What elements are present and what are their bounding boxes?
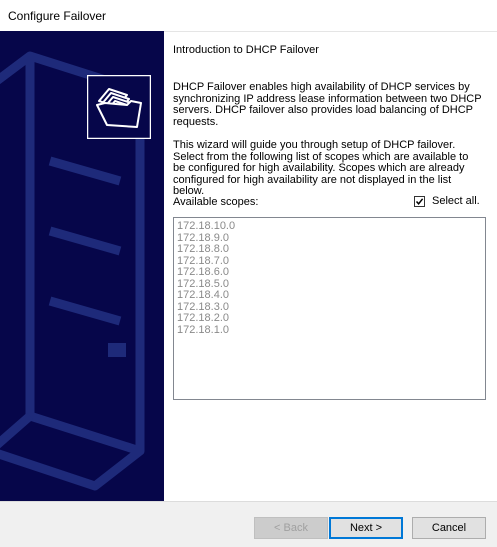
scope-item[interactable]: 172.18.8.0	[177, 243, 485, 256]
back-button[interactable]: < Back	[254, 517, 328, 539]
intro-paragraph: DHCP Failover enables high availability …	[173, 81, 482, 128]
scope-item[interactable]: 172.18.10.0	[177, 220, 485, 233]
scope-item[interactable]: 172.18.4.0	[177, 289, 485, 302]
next-button[interactable]: Next >	[329, 517, 403, 539]
wizard-banner	[0, 31, 164, 501]
title-bar: Configure Failover	[0, 0, 497, 32]
select-all-checkbox[interactable]: Select all.	[414, 195, 480, 207]
cancel-button[interactable]: Cancel	[412, 517, 486, 539]
folders-icon	[87, 75, 151, 139]
page-title: Introduction to DHCP Failover	[173, 44, 319, 56]
scope-item[interactable]: 172.18.2.0	[177, 312, 485, 325]
scopes-listbox[interactable]: 172.18.10.0 172.18.9.0 172.18.8.0 172.18…	[173, 217, 486, 400]
instructions-paragraph: This wizard will guide you through setup…	[173, 139, 469, 197]
checkmark-icon[interactable]	[414, 195, 425, 207]
scope-item[interactable]: 172.18.6.0	[177, 266, 485, 279]
scope-item[interactable]: 172.18.1.0	[177, 324, 485, 337]
window-title: Configure Failover	[8, 9, 107, 23]
select-all-label: Select all.	[432, 195, 480, 207]
button-bar: < Back Next > Cancel	[0, 501, 497, 547]
available-scopes-label: Available scopes:	[173, 196, 259, 208]
